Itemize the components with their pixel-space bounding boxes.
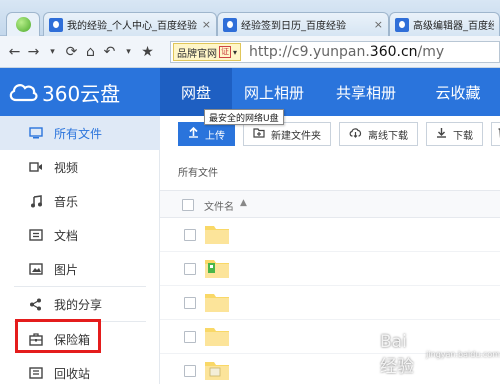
logo[interactable]: 360云盘 (8, 68, 120, 116)
browser-tab[interactable]: 我的经验_个人中心_百度经验 × (43, 12, 217, 36)
table-row[interactable] (160, 252, 500, 286)
watermark-text: Bai 经验 (380, 332, 414, 377)
cloud-logo-icon (9, 84, 38, 102)
sidebar-item-video[interactable]: 视频 (0, 150, 160, 184)
nav-tab-shared-album[interactable]: 共享相册 (316, 68, 416, 116)
watermark-sub: jingyan.baidu.com (426, 350, 500, 359)
forward-icon[interactable]: → (25, 42, 42, 62)
folder-icon (205, 328, 229, 346)
watermark: Bai 经验 jingyan.baidu.com (380, 332, 500, 377)
folder-green-icon (205, 260, 229, 278)
ssl-icon: 证 (219, 46, 231, 58)
offline-download-button[interactable]: 离线下载 (339, 122, 418, 146)
row-checkbox[interactable] (184, 263, 196, 275)
row-checkbox[interactable] (184, 297, 196, 309)
browser-tab[interactable]: 高级编辑器_百度经验 (389, 12, 500, 36)
close-icon[interactable]: × (202, 18, 211, 31)
browser-tab[interactable]: 经验签到日历_百度经验 × (217, 12, 389, 36)
table-row[interactable] (160, 286, 500, 320)
table-row[interactable] (160, 218, 500, 252)
official-site-badge[interactable]: 品牌官网 证 ▾ (173, 43, 242, 61)
image-icon (28, 262, 43, 277)
sidebar-item-label: 视频 (54, 160, 79, 175)
monitor-icon (28, 126, 43, 141)
sidebar-item-documents[interactable]: 文档 (0, 218, 160, 252)
sidebar-item-music[interactable]: 音乐 (0, 184, 160, 218)
nav-tab-cloud-favorites[interactable]: 云收藏 (416, 68, 500, 116)
folder-icon (205, 226, 229, 244)
browser-tab-title: 经验签到日历_百度经验 (241, 21, 346, 32)
upload-icon (188, 126, 199, 141)
baidu-paw-icon (49, 17, 63, 32)
download-icon (436, 127, 447, 141)
address-bar[interactable]: 品牌官网 证 ▾ http://c9.yunpan.360.cn/my (170, 41, 500, 63)
url-text[interactable]: http://c9.yunpan.360.cn/my (249, 44, 444, 60)
favorite-star-icon[interactable]: ★ (139, 42, 156, 62)
music-icon (28, 194, 43, 209)
undo-icon[interactable]: ↶ (101, 42, 118, 62)
row-checkbox[interactable] (184, 365, 196, 377)
browser-tab-title: 我的经验_个人中心_百度经验 (67, 21, 197, 32)
folder-icon (205, 294, 229, 312)
download-button[interactable]: 下载 (426, 122, 483, 146)
file-toolbar: 上传 新建文件夹 离线下载 下载 (178, 122, 500, 146)
delete-button[interactable] (491, 122, 500, 146)
home-tab[interactable] (6, 12, 40, 36)
new-folder-icon (253, 127, 265, 141)
sidebar-item-all-files[interactable]: 所有文件 (0, 116, 160, 150)
select-all-checkbox[interactable] (182, 199, 194, 211)
folder-image-icon (205, 362, 229, 380)
tooltip: 最安全的网络U盘 (204, 109, 284, 125)
new-folder-button[interactable]: 新建文件夹 (243, 122, 331, 146)
file-list-header: 文件名 ▲ (160, 190, 500, 218)
sidebar-item-label: 音乐 (54, 194, 79, 209)
baidu-paw-icon (395, 17, 409, 32)
offline-download-label: 离线下载 (368, 130, 408, 142)
row-checkbox[interactable] (184, 331, 196, 343)
sidebar-item-recycle-bin[interactable]: 回收站 (0, 356, 160, 384)
url-domain: 360.cn (369, 44, 418, 60)
browser-toolbar: ← → ▾ ⟳ ⌂ ↶ ▾ ★ 品牌官网 证 ▾ http://c9.yunpa… (0, 36, 500, 68)
close-icon[interactable]: × (374, 18, 383, 31)
recycle-bin-icon (28, 366, 43, 381)
sidebar-item-my-shares[interactable]: 我的分享 (0, 287, 160, 321)
row-checkbox[interactable] (184, 229, 196, 241)
sort-asc-icon[interactable]: ▲ (240, 198, 247, 208)
browser-tab-strip: 我的经验_个人中心_百度经验 × 经验签到日历_百度经验 × 高级编辑器_百度经… (0, 0, 500, 36)
share-icon (28, 297, 43, 312)
home-icon[interactable]: ⌂ (82, 42, 99, 62)
sidebar-item-label: 回收站 (54, 366, 91, 381)
document-icon (28, 228, 43, 243)
upload-button[interactable]: 上传 (178, 122, 235, 146)
baidu-paw-icon (223, 17, 237, 32)
download-label: 下载 (453, 130, 473, 142)
video-icon (28, 160, 43, 175)
sidebar-item-label: 我的分享 (54, 297, 103, 312)
refresh-icon[interactable]: ⟳ (63, 42, 80, 62)
browser-logo-icon (16, 17, 31, 32)
official-site-label: 品牌官网 (177, 48, 217, 60)
highlight-box (15, 319, 101, 353)
dropdown-icon[interactable]: ▾ (44, 42, 61, 62)
logo-text: 360云盘 (42, 81, 121, 106)
sidebar-item-images[interactable]: 图片 (0, 252, 160, 286)
sidebar-item-label: 图片 (54, 262, 79, 277)
sidebar-item-label: 文档 (54, 228, 79, 243)
breadcrumb[interactable]: 所有文件 (178, 164, 218, 179)
cloud-download-icon (349, 127, 362, 141)
browser-tab-title: 高级编辑器_百度经验 (413, 21, 494, 32)
upload-label: 上传 (205, 130, 225, 142)
new-folder-label: 新建文件夹 (271, 130, 321, 142)
back-icon[interactable]: ← (6, 42, 23, 62)
sidebar-item-label: 所有文件 (54, 126, 103, 141)
dropdown-icon[interactable]: ▾ (120, 42, 137, 62)
column-header-filename[interactable]: 文件名 (204, 198, 234, 213)
chevron-down-icon: ▾ (233, 47, 238, 57)
